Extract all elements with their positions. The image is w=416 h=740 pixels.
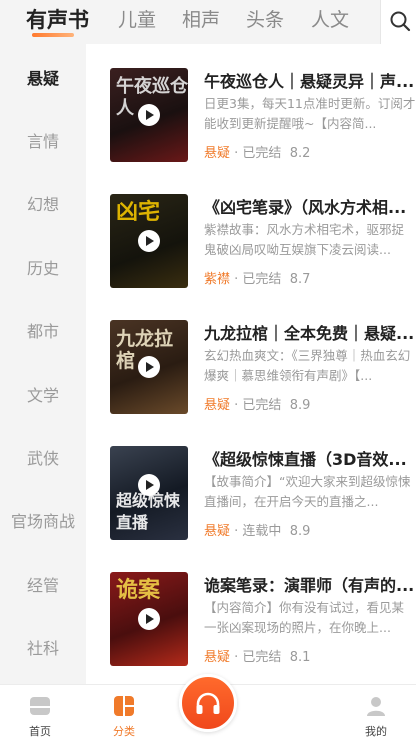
book-status: · 已完结 <box>230 398 282 413</box>
nav-category[interactable]: 分类 <box>84 685 164 740</box>
active-tab-indicator <box>32 33 74 37</box>
book-score: 8.2 <box>289 146 311 161</box>
book-meta: 悬疑 · 已完结 8.9 <box>204 394 416 413</box>
book-score: 8.9 <box>289 398 311 413</box>
book-score: 8.7 <box>289 272 311 287</box>
tab-audiobook[interactable]: 有声书 <box>26 7 89 33</box>
book-list: 午夜巡仓人 午夜巡仓人｜悬疑灵异｜声... 日更3集，每天11点准时更新。订阅才… <box>86 44 416 684</box>
book-genre: 悬疑 <box>204 398 231 413</box>
sidebar-item-urban[interactable]: 都市 <box>0 312 86 352</box>
sidebar-item-literature[interactable]: 文学 <box>0 376 86 416</box>
nav-mine[interactable]: 我的 <box>336 685 416 740</box>
book-item[interactable]: 诡案 诡案笔录：演罪师（有声的... 【内容简介】你有没有试过，看见某一张凶案现… <box>86 548 416 674</box>
tab-humanities[interactable]: 人文 <box>311 7 349 33</box>
sidebar-item-fantasy[interactable]: 幻想 <box>0 185 86 225</box>
book-meta: 悬疑 · 连载中 8.9 <box>204 520 416 539</box>
book-title: 《超级惊悚直播（3D音效... <box>204 450 407 469</box>
book-cover: 诡案 <box>110 572 188 666</box>
subcategory-sidebar: 悬疑 言情 幻想 历史 都市 文学 武侠 官场商战 经管 社科 <box>0 44 86 684</box>
book-title: 九龙拉棺｜全本免费｜悬疑... <box>204 324 415 343</box>
book-status: · 连载中 <box>230 524 282 539</box>
book-genre: 紫襟 <box>204 272 231 287</box>
book-description: 【内容简介】你有没有试过，看见某一张凶案现场的照片，在你晚上... <box>204 600 405 635</box>
tab-headlines[interactable]: 头条 <box>246 7 284 33</box>
book-item[interactable]: 午夜巡仓人 午夜巡仓人｜悬疑灵异｜声... 日更3集，每天11点准时更新。订阅才… <box>86 44 416 170</box>
nav-category-label: 分类 <box>113 725 135 738</box>
sidebar-item-economics[interactable]: 经管 <box>0 566 86 606</box>
book-cover: 午夜巡仓人 <box>110 68 188 162</box>
nav-home-label: 首页 <box>29 725 51 738</box>
book-meta: 悬疑 · 已完结 8.2 <box>204 142 416 161</box>
sidebar-item-history[interactable]: 历史 <box>0 249 86 289</box>
book-meta: 紫襟 · 已完结 8.7 <box>204 268 416 287</box>
book-description: 玄幻热血爽文：《三界独尊｜热血玄幻爆爽｜慕思维领衔有声剧》【... <box>204 348 411 383</box>
category-icon <box>114 696 134 716</box>
search-button[interactable] <box>380 0 416 44</box>
home-icon <box>30 697 50 715</box>
book-title: 诡案笔录：演罪师（有声的... <box>204 576 415 595</box>
play-icon[interactable] <box>138 356 160 378</box>
sidebar-item-suspense[interactable]: 悬疑 <box>0 59 86 99</box>
category-tab-bar: 有声书 儿童 相声 头条 人文 <box>0 0 416 44</box>
sidebar-item-social-science[interactable]: 社科 <box>0 629 86 669</box>
now-playing-button[interactable] <box>179 674 237 732</box>
play-icon[interactable] <box>138 608 160 630</box>
cover-title: 超级惊悚直播 <box>116 491 181 532</box>
book-status: · 已完结 <box>230 146 282 161</box>
search-icon <box>390 11 411 32</box>
book-item[interactable]: 凶宅 《凶宅笔录》（风水方术相... 紫襟故事：风水方术相宅术，驱邪捉鬼破凶局叹… <box>86 170 416 296</box>
book-item[interactable]: 超级惊悚直播 《超级惊悚直播（3D音效... 【故事简介】“欢迎大家来到超级惊悚… <box>86 422 416 548</box>
book-description: 紫襟故事：风水方术相宅术，驱邪捉鬼破凶局叹呦互娱旗下凌云阅读... <box>204 222 405 257</box>
book-score: 8.1 <box>289 650 311 665</box>
book-cover: 凶宅 <box>110 194 188 288</box>
cover-title: 凶宅 <box>116 200 161 225</box>
book-status: · 已完结 <box>230 650 282 665</box>
tab-crosstalk[interactable]: 相声 <box>182 7 220 33</box>
nav-mine-label: 我的 <box>365 725 387 738</box>
book-cover: 九龙拉棺 <box>110 320 188 414</box>
play-icon[interactable] <box>138 474 160 496</box>
book-score: 8.9 <box>289 524 311 539</box>
book-genre: 悬疑 <box>204 146 231 161</box>
book-title: 午夜巡仓人｜悬疑灵异｜声... <box>204 72 415 91</box>
play-icon[interactable] <box>138 104 160 126</box>
sidebar-item-wuxia[interactable]: 武侠 <box>0 439 86 479</box>
book-meta: 悬疑 · 已完结 8.1 <box>204 646 416 665</box>
tab-children[interactable]: 儿童 <box>118 7 156 33</box>
book-description: 【故事简介】“欢迎大家来到超级惊悚直播间，在开启今天的直播之... <box>204 474 411 509</box>
user-icon <box>367 697 385 716</box>
nav-home[interactable]: 首页 <box>0 685 80 740</box>
book-status: · 已完结 <box>230 272 282 287</box>
sidebar-item-business[interactable]: 官场商战 <box>0 502 86 542</box>
book-description: 日更3集，每天11点准时更新。订阅才能收到更新提醒哦~【内容简... <box>204 96 416 131</box>
headphones-icon <box>196 692 220 714</box>
book-cover: 超级惊悚直播 <box>110 446 188 540</box>
book-item[interactable]: 九龙拉棺 九龙拉棺｜全本免费｜悬疑... 玄幻热血爽文：《三界独尊｜热血玄幻爆爽… <box>86 296 416 422</box>
cover-title: 诡案 <box>116 578 161 603</box>
book-title: 《凶宅笔录》（风水方术相... <box>204 198 407 217</box>
sidebar-item-romance[interactable]: 言情 <box>0 122 86 162</box>
play-icon[interactable] <box>138 230 160 252</box>
book-genre: 悬疑 <box>204 524 231 539</box>
book-genre: 悬疑 <box>204 650 231 665</box>
